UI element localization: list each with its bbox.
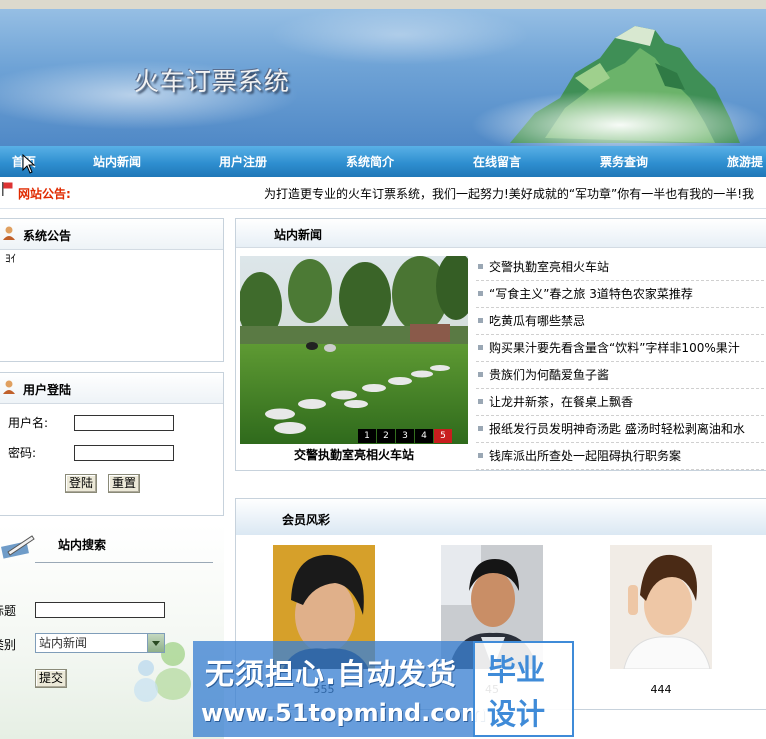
username-input[interactable] <box>74 415 174 431</box>
announcement-body: ﾖｲ <box>5 252 16 265</box>
members-title: 会员风彩 <box>282 513 331 527</box>
nav-item-travel[interactable]: 旅游提 <box>727 153 763 170</box>
nav-item-tickets[interactable]: 票务查询 <box>600 153 648 170</box>
member-photo[interactable] <box>610 545 712 669</box>
news-panel: 站内新闻 123 4 5 交警执勤室亮相火车站 交警执勤室亮相火车站 “写食主义… <box>235 218 766 471</box>
search-title: 站内搜索 <box>58 538 107 552</box>
nav-item-register[interactable]: 用户注册 <box>219 153 267 170</box>
bullet-icon <box>478 345 483 350</box>
announcement-title: 系统公告 <box>23 229 72 243</box>
news-list-item[interactable]: 购买果汁要先看含量含“饮料”字样非100%果汁 <box>476 335 764 362</box>
search-title-input[interactable] <box>35 602 165 618</box>
search-panel: 站内搜索 标题 类别 站内新闻 提交 <box>0 524 224 739</box>
news-list-item[interactable]: 让龙井新茶，在餐桌上飘香 <box>476 389 764 416</box>
login-panel: 用户登陆 用户名: 密码: 登陆 重置 <box>0 372 224 516</box>
news-photo[interactable]: 12345 <box>240 256 468 444</box>
news-list-item[interactable]: 贵族们为何酷爱鱼子酱 <box>476 362 764 389</box>
login-title: 用户登陆 <box>23 383 72 397</box>
news-list-item[interactable]: 钱库派出所查处一起阻碍执行职务案 <box>476 443 764 470</box>
site-title: 火车订票系统 <box>134 67 291 96</box>
top-border <box>0 0 766 9</box>
watermark-line1: 无须担心.自动发货 <box>205 657 458 691</box>
announcement-panel: 系统公告 ﾖｲ <box>0 218 224 362</box>
mouse-cursor-icon <box>22 154 36 174</box>
password-label: 密码: <box>8 446 37 460</box>
news-title: 站内新闻 <box>274 228 323 242</box>
member-name: 444 <box>650 683 672 696</box>
news-list-item[interactable]: 吃黄瓜有哪些禁忌 <box>476 308 764 335</box>
news-list-item[interactable]: 交警执勤室亮相火车站 <box>476 254 764 281</box>
nav-item-message[interactable]: 在线留言 <box>473 153 521 170</box>
pager-button[interactable]: 4 <box>415 429 433 443</box>
notice-bar: 网站公告: 为打造更专业的火车订票系统，我们一起努力!美好成就的“军功章”你有一… <box>0 178 766 209</box>
username-label: 用户名: <box>8 416 49 430</box>
pager-button[interactable]: 2 <box>377 429 395 443</box>
pager-button[interactable]: 5 <box>434 429 452 443</box>
password-input[interactable] <box>74 445 174 461</box>
bullet-icon <box>478 372 483 377</box>
pen-icon <box>1 535 35 559</box>
photo-caption[interactable]: 交警执勤室亮相火车站 <box>240 446 468 463</box>
flag-icon <box>2 182 13 196</box>
search-submit-button[interactable]: 提交 <box>35 669 68 688</box>
bullet-icon <box>478 426 483 431</box>
divider <box>35 562 213 563</box>
header-banner: 火车订票系统 <box>0 0 766 148</box>
login-button[interactable]: 登陆 <box>65 474 98 493</box>
pager-button[interactable]: 1 <box>358 429 376 443</box>
nav-item-about[interactable]: 系统简介 <box>346 153 394 170</box>
notice-label: 网站公告: <box>18 187 71 201</box>
user-icon <box>3 380 15 394</box>
search-category-select[interactable]: 站内新闻 <box>35 633 165 653</box>
notice-text: 为打造更专业的火车订票系统，我们一起努力!美好成就的“军功章”你有一半也有我的一… <box>264 187 755 201</box>
watermark-box: 毕业 设计 <box>473 641 574 737</box>
news-list-item[interactable]: “写食主义”春之旅 3道特色农家菜推荐 <box>476 281 764 308</box>
bullet-icon <box>478 453 483 458</box>
reset-button[interactable]: 重置 <box>108 474 141 493</box>
watermark-url: www.51topmind.com <box>201 699 486 727</box>
news-list: 交警执勤室亮相火车站 “写食主义”春之旅 3道特色农家菜推荐 吃黄瓜有哪些禁忌 购买果… <box>476 254 764 470</box>
bullet-icon <box>478 318 483 323</box>
pager-button[interactable]: 3 <box>396 429 414 443</box>
chevron-down-icon <box>147 634 164 652</box>
main-nav: 首页 站内新闻 用户注册 系统简介 在线留言 票务查询 旅游提 <box>0 146 766 177</box>
bullet-icon <box>478 264 483 269</box>
bullet-icon <box>478 399 483 404</box>
watermark: 无须担心.自动发货 www.51topmind.com 毕业 设计 <box>193 641 576 739</box>
search-category-label: 类别 <box>0 638 17 652</box>
user-icon <box>3 226 15 240</box>
photo-pager: 12345 <box>357 429 452 443</box>
nav-item-news[interactable]: 站内新闻 <box>93 153 141 170</box>
news-list-item[interactable]: 报纸发行员发明神奇汤匙 盛汤时轻松剥离油和水 <box>476 416 764 443</box>
search-title-label: 标题 <box>0 604 17 618</box>
bullet-icon <box>478 291 483 296</box>
